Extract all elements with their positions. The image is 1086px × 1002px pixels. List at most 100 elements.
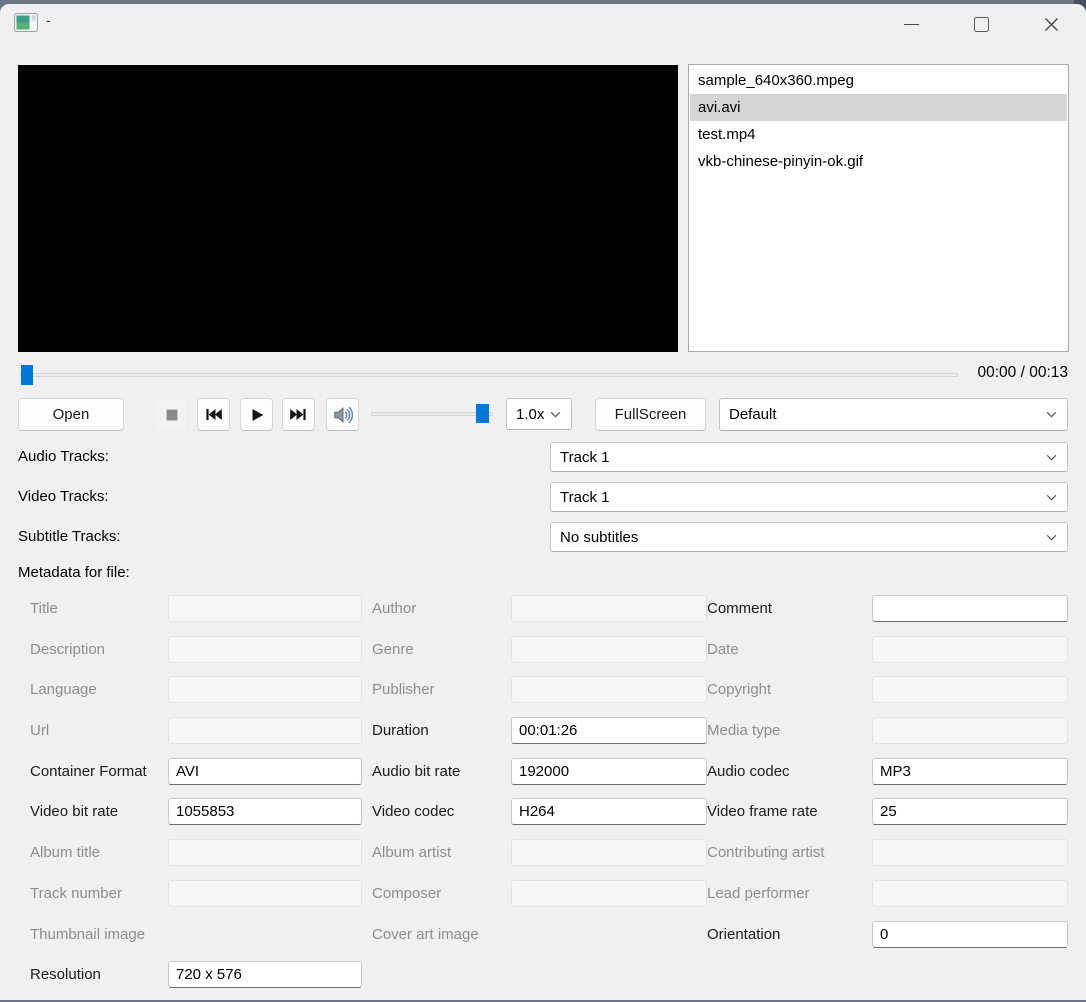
metadata-label: Album artist <box>362 839 511 880</box>
seek-slider[interactable] <box>20 373 958 377</box>
app-icon <box>14 13 38 32</box>
play-icon <box>248 406 266 424</box>
metadata-label: Thumbnail image <box>18 921 168 962</box>
playlist-item-label: sample_640x360.mpeg <box>698 72 854 89</box>
audio-track-value: Track 1 <box>551 449 1046 466</box>
chevron-down-icon <box>1046 454 1057 461</box>
minimize-icon <box>904 24 919 25</box>
time-position-label: 00:00 / 00:13 <box>860 364 1068 382</box>
metadata-value: 25 <box>873 799 1067 824</box>
metadata-field-genre <box>511 636 707 663</box>
fullscreen-button-label: FullScreen <box>615 406 687 423</box>
subtitle-track-select[interactable]: No subtitles <box>550 522 1068 552</box>
playlist-item[interactable]: test.mp4 <box>690 121 1067 148</box>
audio-output-value: Default <box>720 406 1046 423</box>
metadata-field-duration[interactable]: 00:01:26 <box>511 717 707 744</box>
audio-track-select[interactable]: Track 1 <box>550 442 1068 472</box>
minimize-button[interactable] <box>888 4 934 44</box>
metadata-label: Description <box>18 636 168 677</box>
maximize-icon <box>974 17 989 32</box>
metadata-label: Contributing artist <box>707 839 872 880</box>
metadata-field-date <box>872 636 1068 663</box>
metadata-value: MP3 <box>873 759 1067 784</box>
metadata-label: Copyright <box>707 676 872 717</box>
metadata-field-contributing-artist <box>872 839 1068 866</box>
metadata-field-video-frame-rate[interactable]: 25 <box>872 798 1068 825</box>
metadata-label: Composer <box>362 880 511 921</box>
close-icon <box>1044 17 1059 32</box>
subtitle-tracks-label: Subtitle Tracks: <box>18 522 121 552</box>
metadata-label: Track number <box>18 880 168 921</box>
metadata-field-video-codec[interactable]: H264 <box>511 798 707 825</box>
metadata-field-container-format[interactable]: AVI <box>168 758 362 785</box>
metadata-field-publisher <box>511 676 707 703</box>
playlist: sample_640x360.mpeg avi.avi test.mp4 vkb-ch… <box>688 64 1069 352</box>
metadata-value: 00:01:26 <box>512 718 706 743</box>
audio-output-select[interactable]: Default <box>719 398 1068 431</box>
fullscreen-button[interactable]: FullScreen <box>595 398 706 431</box>
metadata-value: AVI <box>169 759 361 784</box>
volume-slider-handle[interactable] <box>476 404 489 423</box>
metadata-label: Orientation <box>707 921 872 962</box>
metadata-field-composer <box>511 880 707 907</box>
playlist-item[interactable]: sample_640x360.mpeg <box>690 67 1067 94</box>
metadata-field-language <box>168 676 362 703</box>
metadata-label: Video codec <box>362 798 511 839</box>
metadata-field-orientation[interactable]: 0 <box>872 921 1068 948</box>
metadata-label: Title <box>18 595 168 636</box>
chevron-down-icon <box>1046 494 1057 501</box>
metadata-label: Container Format <box>18 758 168 799</box>
metadata-label: Audio bit rate <box>362 758 511 799</box>
media-player-window: - sample_640x360.mpeg avi.avi test.mp4 vkb-… <box>0 4 1086 1000</box>
metadata-field-video-bit-rate[interactable]: 1055853 <box>168 798 362 825</box>
metadata-field-comment[interactable] <box>872 595 1068 622</box>
metadata-field-media-type <box>872 717 1068 744</box>
seek-slider-handle[interactable] <box>21 365 33 385</box>
metadata-label: Video bit rate <box>18 798 168 839</box>
playlist-item-label: test.mp4 <box>698 126 756 143</box>
metadata-field-lead-performer <box>872 880 1068 907</box>
playlist-item-label: avi.avi <box>698 99 741 116</box>
metadata-field-track-number <box>168 880 362 907</box>
playback-rate-select[interactable]: 1.0x <box>506 398 572 430</box>
metadata-field-resolution[interactable]: 720 x 576 <box>168 961 362 988</box>
stop-button <box>155 398 188 431</box>
chevron-down-icon <box>550 411 561 418</box>
metadata-label: Author <box>362 595 511 636</box>
previous-track-button[interactable] <box>197 398 230 431</box>
metadata-field-title <box>168 595 362 622</box>
playback-rate-value: 1.0x <box>507 406 550 423</box>
audio-tracks-label: Audio Tracks: <box>18 442 109 472</box>
metadata-field-audio-codec[interactable]: MP3 <box>872 758 1068 785</box>
playlist-item[interactable]: vkb-chinese-pinyin-ok.gif <box>690 148 1067 175</box>
metadata-label: Cover art image <box>362 921 511 962</box>
next-track-button[interactable] <box>282 398 315 431</box>
maximize-button[interactable] <box>958 4 1004 44</box>
metadata-value: H264 <box>512 799 706 824</box>
mute-button[interactable] <box>326 398 359 431</box>
video-track-value: Track 1 <box>551 489 1046 506</box>
next-track-icon <box>289 405 308 424</box>
previous-track-icon <box>204 405 223 424</box>
metadata-field-description <box>168 636 362 663</box>
play-button[interactable] <box>240 398 273 431</box>
metadata-field-audio-bit-rate[interactable]: 192000 <box>511 758 707 785</box>
metadata-label: Album title <box>18 839 168 880</box>
open-button[interactable]: Open <box>18 398 124 431</box>
metadata-value: 1055853 <box>169 799 361 824</box>
playlist-item-label: vkb-chinese-pinyin-ok.gif <box>698 153 863 170</box>
metadata-field-url <box>168 717 362 744</box>
volume-slider[interactable] <box>371 412 493 416</box>
metadata-field-album-artist <box>511 839 707 866</box>
playlist-item[interactable]: avi.avi <box>690 94 1067 121</box>
video-tracks-label: Video Tracks: <box>18 482 109 512</box>
metadata-label: Video frame rate <box>707 798 872 839</box>
window-title: - <box>46 12 51 28</box>
metadata-label: Resolution <box>18 961 168 1002</box>
metadata-field-author <box>511 595 707 622</box>
video-display <box>18 65 678 352</box>
chevron-down-icon <box>1046 411 1057 418</box>
close-button[interactable] <box>1028 4 1074 44</box>
metadata-value: 192000 <box>512 759 706 784</box>
video-track-select[interactable]: Track 1 <box>550 482 1068 512</box>
